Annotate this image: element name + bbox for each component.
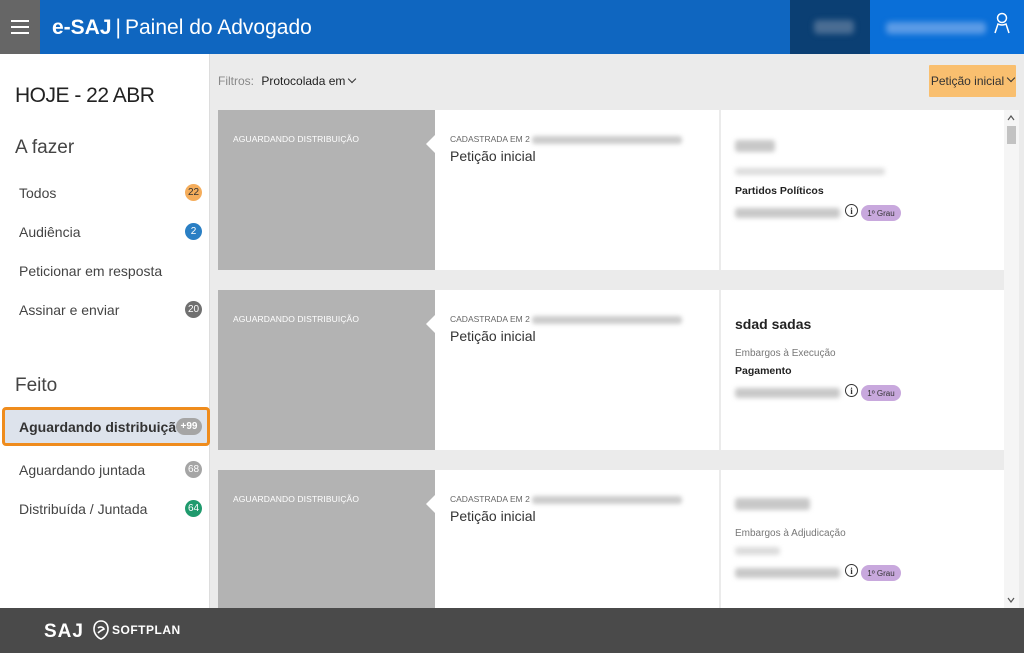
user-icon[interactable] [993,12,1011,34]
info-icon[interactable]: i [845,384,858,397]
scroll-down-icon[interactable] [1007,596,1015,604]
petition-card[interactable]: AGUARDANDO DISTRIBUIÇÃO CADASTRADA EM 2 … [218,290,1004,450]
menu-button[interactable] [0,0,40,54]
todo-section-title: A fazer [15,137,75,158]
petition-type-dropdown[interactable]: Petição inicial [929,65,1016,97]
brand-separator: | [115,16,121,39]
count-badge: 22 [185,184,202,201]
blurred-class [735,168,885,175]
card-details: Embargos à Adjudicação i 1º Grau [735,470,995,608]
done-section-title: Feito [15,375,58,396]
info-icon[interactable]: i [845,564,858,577]
petition-type: Petição inicial [450,328,536,344]
count-badge: 2 [185,223,202,240]
blurred-process-number [735,568,840,578]
count-badge: +99 [176,418,202,435]
page-title: Painel do Advogado [125,16,312,39]
card-registration: CADASTRADA EM 2 Petição inicial [450,134,682,164]
sidebar-item-todos[interactable]: Todos 22 [0,173,210,212]
vertical-scrollbar[interactable] [1004,110,1019,608]
case-class: Embargos à Adjudicação [735,528,846,539]
sidebar-item-label: Distribuída / Juntada [19,500,148,517]
sidebar-item-aguardando-juntada[interactable]: Aguardando juntada 68 [0,450,210,489]
blurred-title [735,498,810,510]
grau-badge: 1º Grau [861,385,901,401]
scroll-thumb[interactable] [1007,126,1016,144]
header-blurred-area [790,0,870,54]
sidebar-item-peticionar-resposta[interactable]: Peticionar em resposta [0,251,210,290]
count-badge: 68 [185,461,202,478]
petition-card[interactable]: AGUARDANDO DISTRIBUIÇÃO CADASTRADA EM 2 … [218,110,1004,270]
grau-badge: 1º Grau [861,205,901,221]
sidebar: HOJE - 22 ABR A fazer Todos 22 Audiência… [0,54,210,608]
sidebar-item-label: Aguardando juntada [19,461,146,478]
softplan-logo-icon [93,620,109,640]
app-brand: e-SAJ | Painel do Advogado [52,15,312,41]
registered-label: CADASTRADA EM 2 [450,134,682,144]
softplan-text: SOFTPLAN [112,623,181,637]
card-registration: CADASTRADA EM 2 Petição inicial [450,314,682,344]
grau-badge: 1º Grau [861,565,901,581]
chevron-down-icon [1006,73,1016,83]
sidebar-item-label: Audiência [19,223,81,240]
case-title: sdad sadas [735,316,812,332]
case-subject: Pagamento [735,365,792,377]
card-details: Partidos Políticos i 1º Grau [735,110,995,270]
petition-type: Petição inicial [450,508,536,524]
app-name: e-SAJ [52,16,112,39]
blurred-title [735,140,775,152]
filter-label: Filtros: [218,74,254,88]
sidebar-item-label: Assinar e enviar [19,301,120,318]
card-details: sdad sadas Embargos à Execução Pagamento… [735,290,995,450]
petition-card[interactable]: AGUARDANDO DISTRIBUIÇÃO CADASTRADA EM 2 … [218,470,1004,608]
info-icon[interactable]: i [845,204,858,217]
card-status-panel: AGUARDANDO DISTRIBUIÇÃO [218,470,435,608]
card-status-panel: AGUARDANDO DISTRIBUIÇÃO [218,110,435,270]
filter-bar: Filtros: Protocolada em [218,74,357,88]
registered-label: CADASTRADA EM 2 [450,494,682,504]
filter-dropdown[interactable]: Protocolada em [261,74,357,88]
sidebar-item-audiencia[interactable]: Audiência 2 [0,212,210,251]
today-date: HOJE - 22 ABR [15,84,155,107]
card-status-panel: AGUARDANDO DISTRIBUIÇÃO [218,290,435,450]
chevron-down-icon [348,74,357,84]
blurred-process-number [735,208,840,218]
count-badge: 64 [185,500,202,517]
scroll-up-icon[interactable] [1007,114,1015,122]
sidebar-item-label: Peticionar em resposta [19,262,163,279]
card-registration: CADASTRADA EM 2 Petição inicial [450,494,682,524]
case-class: Embargos à Execução [735,348,836,359]
status-label: AGUARDANDO DISTRIBUIÇÃO [233,134,360,144]
footer: SAJ SOFTPLAN [0,608,1024,653]
petition-type: Petição inicial [450,148,536,164]
blurred-subject [735,547,780,555]
status-label: AGUARDANDO DISTRIBUIÇÃO [233,494,360,504]
user-name-blurred [886,22,986,34]
saj-logo: SAJ [44,621,84,642]
sidebar-item-assinar-enviar[interactable]: Assinar e enviar 20 [0,290,210,329]
softplan-logo: SOFTPLAN [93,620,181,640]
case-subject: Partidos Políticos [735,185,824,197]
app-header: e-SAJ | Painel do Advogado [0,0,1024,54]
sidebar-item-label: Todos [19,184,57,201]
registered-label: CADASTRADA EM 2 [450,314,682,324]
sidebar-item-distribuida-juntada[interactable]: Distribuída / Juntada 64 [0,489,210,528]
status-label: AGUARDANDO DISTRIBUIÇÃO [233,314,360,324]
petition-type-label: Petição inicial [930,74,1005,88]
filter-value: Protocolada em [261,74,346,88]
menu-icon [11,18,29,36]
count-badge: 20 [185,301,202,318]
blurred-process-number [735,388,840,398]
sidebar-item-aguardando-distribuicao[interactable]: Aguardando distribuição +99 [2,407,210,446]
sidebar-item-label: Aguardando distribuição [19,418,185,435]
